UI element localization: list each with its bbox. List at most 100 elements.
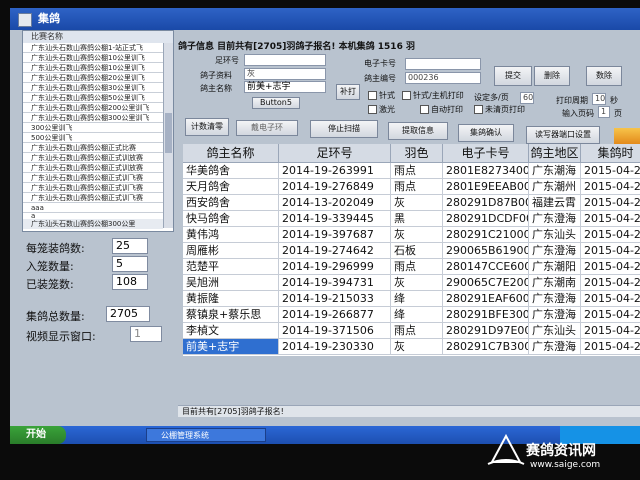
cell-ring[interactable]: 2014-19-263991 xyxy=(279,163,391,179)
cell-owner[interactable]: 快马鸽舍 xyxy=(183,211,279,227)
input-page-input[interactable]: 1 xyxy=(598,106,610,118)
list-item[interactable]: 广东汕头石数山赛鸽公棚正式训飞赛 xyxy=(23,183,163,193)
pigeon-table[interactable]: 鸽主名称 足环号 羽色 电子卡号 鸽主地区 集鸽时 华美鸽舍 2014-19-26… xyxy=(183,144,640,356)
cell-owner[interactable]: 吴旭洲 xyxy=(183,275,279,291)
cell-ecard[interactable]: 280291BFE300 xyxy=(443,307,529,323)
cell-ring[interactable]: 2014-19-266877 xyxy=(279,307,391,323)
start-button[interactable]: 开始 xyxy=(10,426,66,444)
cell-region[interactable]: 福建云霄 xyxy=(529,195,581,211)
cell-color[interactable]: 灰 xyxy=(391,339,443,355)
count-clear-button[interactable]: 计数清零 xyxy=(185,118,229,136)
cell-color[interactable]: 灰 xyxy=(391,227,443,243)
cell-ring[interactable]: 2014-19-394731 xyxy=(279,275,391,291)
owner-input[interactable]: 前美+志宇 xyxy=(244,81,326,93)
cell-ring[interactable]: 2014-13-202049 xyxy=(279,195,391,211)
cell-time[interactable]: 2015-04-25 xyxy=(581,243,640,259)
clear-button[interactable]: 删除 xyxy=(534,66,570,86)
cell-owner[interactable]: 天月鸽舍 xyxy=(183,179,279,195)
cell-color[interactable]: 绛 xyxy=(391,307,443,323)
info-input[interactable]: 灰 xyxy=(244,68,326,80)
col-header-ring[interactable]: 足环号 xyxy=(279,144,391,163)
cell-owner[interactable]: 周雁彬 xyxy=(183,243,279,259)
cell-owner[interactable]: 前美+志宇 xyxy=(183,339,279,355)
col-header-region[interactable]: 鸽主地区 xyxy=(529,144,581,163)
needle-checkbox[interactable]: 针式 xyxy=(368,90,395,101)
cell-color[interactable]: 雨点 xyxy=(391,323,443,339)
cell-time[interactable]: 2015-04-25 xyxy=(581,275,640,291)
submit-button[interactable]: 提交 xyxy=(494,66,532,86)
cell-region[interactable]: 广东澄海 xyxy=(529,307,581,323)
cell-time[interactable]: 2015-04-25 xyxy=(581,211,640,227)
video-field[interactable]: 1 xyxy=(130,326,162,342)
list-item[interactable]: 500公里训飞 xyxy=(23,133,163,143)
cell-owner[interactable]: 黄伟鸿 xyxy=(183,227,279,243)
set-count-input[interactable]: 60 xyxy=(520,92,534,104)
cell-ring[interactable]: 2014-19-371506 xyxy=(279,323,391,339)
print-cycle-input[interactable]: 10 xyxy=(592,93,606,105)
taskbar-app-item[interactable]: 公棚管理系统 xyxy=(146,428,266,442)
per-cage-field[interactable]: 25 xyxy=(112,238,148,254)
cell-region[interactable]: 广东澄海 xyxy=(529,211,581,227)
in-cage-field[interactable]: 5 xyxy=(112,256,148,272)
cell-time[interactable]: 2015-04-25 xyxy=(581,227,640,243)
owner-code-input[interactable]: 000236 xyxy=(405,72,481,84)
cell-ecard[interactable]: 280291C21000 xyxy=(443,227,529,243)
cell-color[interactable]: 灰 xyxy=(391,195,443,211)
cell-time[interactable]: 2015-04-25 xyxy=(581,307,640,323)
col-header-owner[interactable]: 鸽主名称 xyxy=(183,144,279,163)
scrollbar-thumb[interactable] xyxy=(165,113,172,153)
extra-button[interactable]: 数除 xyxy=(586,66,622,86)
ecard-input[interactable] xyxy=(405,58,481,70)
cell-color[interactable]: 黑 xyxy=(391,211,443,227)
cell-color[interactable]: 雨点 xyxy=(391,259,443,275)
list-item[interactable]: 广东汕头石数山赛鸽公棚正式训飞赛 xyxy=(23,173,163,183)
cell-ring[interactable]: 2014-19-274642 xyxy=(279,243,391,259)
orange-icon[interactable] xyxy=(614,128,640,144)
cell-region[interactable]: 广东潮州 xyxy=(529,179,581,195)
cell-ecard[interactable]: 2801E8273400 xyxy=(443,163,529,179)
cell-owner[interactable]: 华美鸽舍 xyxy=(183,163,279,179)
cell-time[interactable]: 2015-04-25 xyxy=(581,339,640,355)
total-field[interactable]: 2705 xyxy=(106,306,150,322)
cell-owner[interactable]: 黄振隆 xyxy=(183,291,279,307)
cell-owner[interactable]: 西安鸽舍 xyxy=(183,195,279,211)
cell-time[interactable]: 2015-04-25 xyxy=(581,179,640,195)
read-write-port-button[interactable]: 读写器端口设置 xyxy=(526,126,600,144)
needle-owner-checkbox[interactable]: 针式/主机打印 xyxy=(402,90,464,101)
cell-region[interactable]: 广东潮海 xyxy=(529,163,581,179)
cell-time[interactable]: 2015-04-25 xyxy=(581,291,640,307)
cell-ring[interactable]: 2014-19-276849 xyxy=(279,179,391,195)
cell-ecard[interactable]: 280291C7B300 xyxy=(443,339,529,355)
get-info-button[interactable]: 提取信息 xyxy=(388,122,448,140)
cell-owner[interactable]: 李楨文 xyxy=(183,323,279,339)
list-item[interactable]: 广东汕头石数山赛鸽公棚10公里训飞 xyxy=(23,53,163,63)
col-header-ecard[interactable]: 电子卡号 xyxy=(443,144,529,163)
cell-time[interactable]: 2015-04-25 xyxy=(581,259,640,275)
stop-scan-button[interactable]: 停止扫描 xyxy=(310,120,378,138)
cell-ecard[interactable]: 280291D87B00 xyxy=(443,195,529,211)
cell-ring[interactable]: 2014-19-230330 xyxy=(279,339,391,355)
cell-color[interactable]: 灰 xyxy=(391,275,443,291)
cell-ecard[interactable]: 280291EAF600 xyxy=(443,291,529,307)
race-list-scrollbar[interactable] xyxy=(163,43,173,228)
cell-owner[interactable]: 范楚平 xyxy=(183,259,279,275)
cell-ecard[interactable]: 280291DCDF00 xyxy=(443,211,529,227)
cell-ring[interactable]: 2014-19-339445 xyxy=(279,211,391,227)
list-item[interactable]: 广东汕头石数山赛鸽公棚30公里训飞 xyxy=(23,83,163,93)
cell-ecard[interactable]: 2801E9EEAB00 xyxy=(443,179,529,195)
cell-region[interactable]: 广东澄海 xyxy=(529,291,581,307)
cell-time[interactable]: 2015-04-25 xyxy=(581,195,640,211)
cell-color[interactable]: 绛 xyxy=(391,291,443,307)
cell-region[interactable]: 广东潮阳 xyxy=(529,259,581,275)
cell-time[interactable]: 2015-04-25 xyxy=(581,163,640,179)
race-list[interactable]: 比赛名称 广东汕头石数山赛鸽公棚1-站正式飞 广东汕头石数山赛鸽公棚10公里训飞… xyxy=(22,30,174,232)
button5[interactable]: Button5 xyxy=(252,97,300,109)
cell-ring[interactable]: 2014-19-215033 xyxy=(279,291,391,307)
cell-color[interactable]: 石板 xyxy=(391,243,443,259)
cell-ecard[interactable]: 290065C7E200 xyxy=(443,275,529,291)
cell-color[interactable]: 雨点 xyxy=(391,179,443,195)
cell-region[interactable]: 广东澄海 xyxy=(529,339,581,355)
no-clear-checkbox[interactable]: 未清页打印 xyxy=(474,104,525,115)
cell-ecard[interactable]: 280291D97E00 xyxy=(443,323,529,339)
cell-region[interactable]: 广东潮南 xyxy=(529,275,581,291)
